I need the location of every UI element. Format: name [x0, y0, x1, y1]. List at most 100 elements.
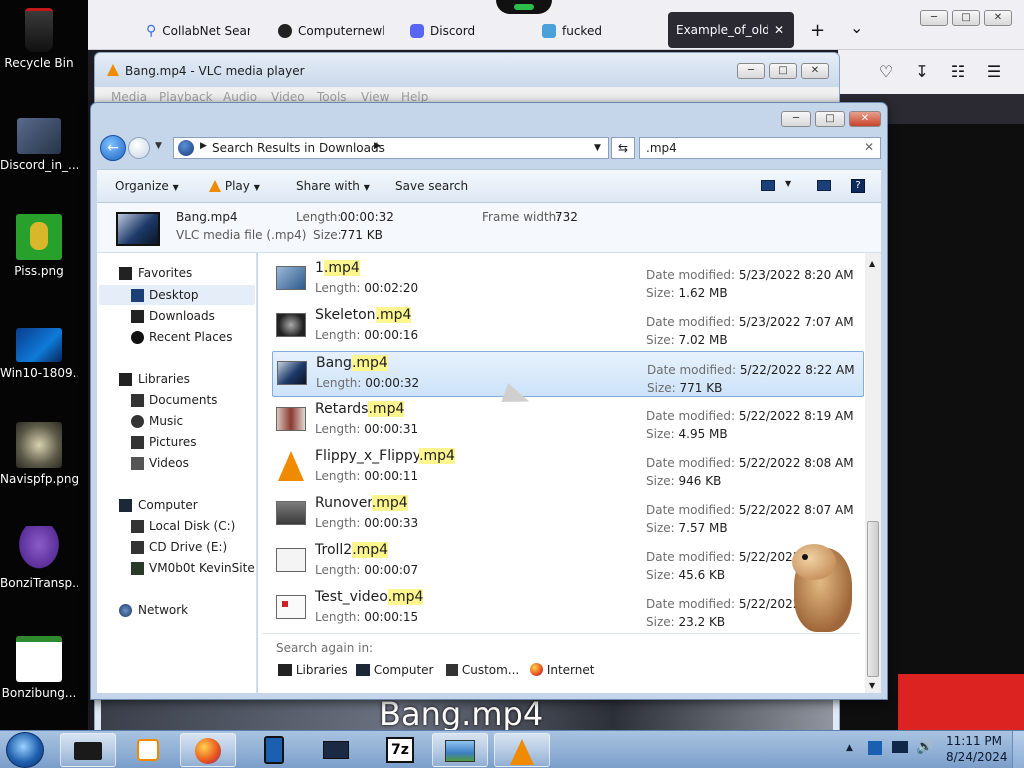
browser-tab[interactable]: ⚲ CollabNet SearX — [146, 13, 250, 49]
desktop-icon-piss-png[interactable]: Piss.png — [0, 214, 78, 278]
play-button[interactable]: Play ▼ — [209, 179, 260, 193]
nav-pictures[interactable]: Pictures — [97, 432, 257, 452]
search-input[interactable]: .mp4 — [646, 141, 677, 155]
taskbar-app-7zip[interactable]: 7z — [372, 733, 428, 767]
nav-favorites[interactable]: Favorites — [97, 263, 257, 283]
nav-downloads[interactable]: Downloads — [97, 306, 257, 326]
clock-time[interactable]: 11:11 PM — [946, 734, 1002, 748]
search-again-libraries[interactable]: Libraries — [278, 663, 348, 677]
maximize-button[interactable]: □ — [952, 10, 980, 26]
network-drive-icon — [131, 562, 144, 575]
recent-pages-dropdown[interactable]: ▼ — [155, 141, 162, 151]
vertical-scrollbar[interactable]: ▲ ▼ — [865, 253, 881, 693]
network-tray-icon[interactable] — [868, 741, 882, 755]
refresh-icon[interactable]: ⇆ — [611, 137, 635, 159]
search-again-computer[interactable]: Computer — [356, 663, 433, 677]
address-bar[interactable]: ▶ Search Results in Downloads ▶ ▼ — [173, 137, 609, 159]
nav-desktop[interactable]: Desktop — [99, 285, 255, 305]
desktop-icon-recycle-bin[interactable]: Recycle Bin — [0, 8, 78, 70]
nav-music[interactable]: Music — [97, 411, 257, 431]
file-row-selected[interactable]: Bang.mp4 Length: 00:00:32 Date modified:… — [272, 351, 864, 397]
taskbar-app-vlc[interactable] — [494, 733, 550, 767]
file-row[interactable]: Flippy_x_Flippy.mp4 Length: 00:00:11 Dat… — [272, 445, 864, 491]
file-row[interactable]: Runover.mp4 Length: 00:00:33 Date modifi… — [272, 492, 864, 538]
help-icon[interactable]: ? — [851, 179, 865, 193]
scroll-down-icon[interactable]: ▼ — [869, 681, 875, 690]
image-file-icon — [16, 636, 62, 682]
address-dropdown-icon[interactable]: ▼ — [594, 143, 601, 153]
pocket-icon[interactable]: ♡ — [876, 62, 896, 82]
browser-tab[interactable]: Computernewb — [278, 13, 384, 49]
breadcrumb-location[interactable]: Search Results in Downloads — [212, 141, 385, 155]
download-icon[interactable]: ↧ — [912, 62, 932, 82]
close-button[interactable]: ✕ — [801, 63, 829, 79]
search-box[interactable]: .mp4 ✕ — [639, 137, 881, 159]
nav-documents[interactable]: Documents — [97, 390, 257, 410]
file-size: Size: 7.57 MB — [646, 521, 728, 535]
minimize-button[interactable]: ─ — [781, 111, 811, 127]
volume-icon[interactable]: 🔊 — [916, 739, 933, 755]
vlc-overlay-text: Bang.mp4 — [379, 695, 544, 733]
view-options-icon[interactable] — [761, 180, 775, 191]
browser-tab[interactable]: fucked — [542, 13, 602, 49]
start-button[interactable] — [6, 732, 44, 768]
nav-cd-drive[interactable]: CD Drive (E:) — [97, 537, 257, 557]
save-search-button[interactable]: Save search — [395, 179, 468, 193]
preview-pane-icon[interactable] — [817, 180, 831, 191]
vlc-icon — [278, 451, 304, 481]
desktop-icon-win10[interactable]: Win10-1809... — [0, 328, 78, 380]
nav-local-disk[interactable]: Local Disk (C:) — [97, 516, 257, 536]
chevron-down-icon[interactable]: ▼ — [785, 179, 791, 188]
close-button[interactable]: ✕ — [849, 111, 881, 127]
clear-search-icon[interactable]: ✕ — [864, 140, 874, 154]
nav-recent-places[interactable]: Recent Places — [97, 327, 257, 347]
organize-button[interactable]: Organize ▼ — [115, 179, 179, 193]
taskbar-app-media-player[interactable] — [120, 733, 176, 767]
desktop-icon-bonzibung[interactable]: Bonzibung... — [0, 636, 78, 700]
nav-network-share[interactable]: VM0b0t KevinSite — [97, 558, 257, 578]
display-tray-icon[interactable] — [892, 741, 908, 753]
details-size-label: Size: — [313, 228, 342, 242]
nav-network[interactable]: Network — [97, 600, 257, 620]
taskbar-app-firefox[interactable] — [180, 733, 236, 767]
tab-list-button[interactable]: ⌄ — [850, 18, 863, 37]
browser-tab-active[interactable]: Example_of_old_4 ✕ — [668, 12, 794, 48]
nav-libraries[interactable]: Libraries — [97, 369, 257, 389]
desktop-icon-navispfp[interactable]: Navispfp.png — [0, 422, 78, 486]
taskbar-app-photo-viewer[interactable] — [432, 733, 488, 767]
show-desktop-button[interactable] — [1012, 731, 1024, 768]
taskbar-app-tablet[interactable] — [246, 733, 302, 767]
search-again-custom[interactable]: Custom... — [446, 663, 519, 677]
menu-icon[interactable]: ☰ — [984, 62, 1004, 82]
minimize-button[interactable]: ─ — [920, 10, 948, 26]
minimize-button[interactable]: ─ — [737, 63, 765, 79]
maximize-button[interactable]: □ — [769, 63, 797, 79]
file-row[interactable]: Test_video.mp4 Length: 00:00:15 Date mod… — [272, 586, 864, 632]
taskbar-app-window[interactable] — [308, 733, 364, 767]
show-hidden-icons[interactable]: ▲ — [846, 743, 853, 753]
file-row[interactable]: 1.mp4 Length: 00:02:20 Date modified: 5/… — [272, 257, 864, 303]
nav-videos[interactable]: Videos — [97, 453, 257, 473]
tab-close-icon[interactable]: ✕ — [774, 23, 784, 37]
back-button[interactable]: ← — [100, 135, 126, 161]
new-tab-button[interactable]: + — [810, 20, 825, 41]
maximize-button[interactable]: □ — [815, 111, 845, 127]
file-row[interactable]: Skeleton.mp4 Length: 00:00:16 Date modif… — [272, 304, 864, 350]
taskbar-app-explorer[interactable] — [60, 733, 116, 767]
search-again-internet[interactable]: Internet — [530, 663, 594, 677]
clock-date[interactable]: 8/24/2024 — [946, 750, 1008, 764]
close-button[interactable]: ✕ — [984, 10, 1012, 26]
scrollbar-thumb[interactable] — [867, 521, 879, 677]
desktop-icon-discord-in[interactable]: Discord_in_... — [0, 118, 78, 172]
forward-button[interactable] — [128, 137, 150, 159]
file-row[interactable]: Troll2.mp4 Length: 00:00:07 Date modifie… — [272, 539, 864, 585]
downloads-folder-icon — [131, 310, 144, 323]
desktop-icon-label: Recycle Bin — [4, 56, 74, 70]
nav-computer[interactable]: Computer — [97, 495, 257, 515]
share-with-button[interactable]: Share with ▼ — [296, 179, 370, 193]
extensions-icon[interactable]: ☷ — [948, 62, 968, 82]
scroll-up-icon[interactable]: ▲ — [869, 259, 875, 268]
desktop-icon-bonzi-transp[interactable]: BonziTransp... — [0, 526, 78, 590]
browser-tab[interactable]: Discord — [410, 13, 475, 49]
file-row[interactable]: Retards.mp4 Length: 00:00:31 Date modifi… — [272, 398, 864, 444]
